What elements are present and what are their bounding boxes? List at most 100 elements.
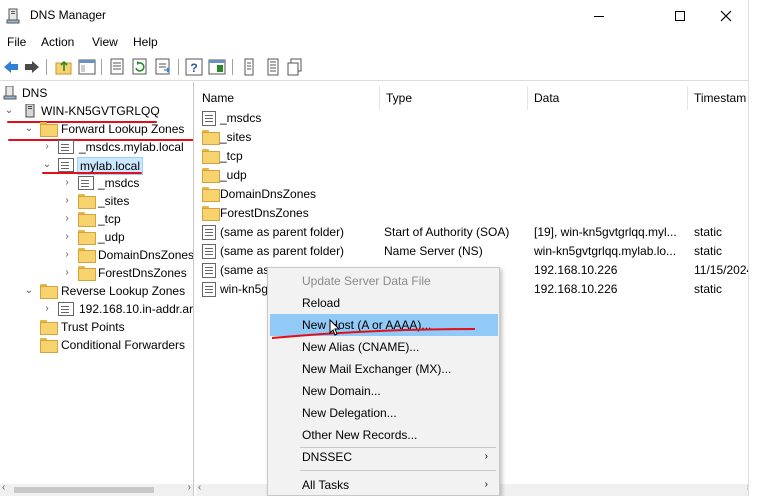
record-type: Start of Authority (SOA): [384, 225, 510, 239]
tree-item-forward-lookup-zones[interactable]: ⌄ Forward Lookup Zones: [0, 120, 193, 138]
export-list-icon[interactable]: [154, 58, 172, 76]
list-row[interactable]: (same as parent folder) Start of Authori…: [196, 223, 760, 242]
menu-bar: File Action View Help: [0, 32, 760, 52]
scroll-right-icon[interactable]: ›: [188, 482, 191, 493]
expand-icon[interactable]: ›: [41, 300, 53, 318]
record-data: 192.168.10.226: [534, 282, 618, 296]
tree-item-reverse-lookup-zones[interactable]: ⌄ Reverse Lookup Zones: [0, 282, 193, 300]
show-hide-tree-icon[interactable]: [78, 58, 96, 76]
toolbar-separator: [101, 59, 102, 75]
menu-item-label: New Delegation...: [302, 406, 397, 420]
record-data: win-kn5gvtgrlqq.mylab.lo...: [534, 244, 677, 258]
list-icon[interactable]: [240, 58, 258, 76]
folder-icon: [78, 230, 96, 245]
tree-label: _msdcs: [98, 176, 140, 190]
close-button[interactable]: [703, 0, 749, 32]
up-folder-icon[interactable]: [55, 58, 73, 76]
column-header-type[interactable]: Type: [380, 86, 528, 110]
record-name: (same as parent folder): [220, 244, 345, 258]
menu-item-new-domain[interactable]: New Domain...: [270, 380, 498, 402]
tree-label-trust-points: Trust Points: [61, 320, 125, 334]
tree-item-sites[interactable]: › _sites: [0, 192, 193, 210]
list-row[interactable]: ForestDnsZones: [196, 204, 760, 223]
menu-item-label: New Mail Exchanger (MX)...: [302, 362, 452, 376]
list-row[interactable]: _udp: [196, 166, 760, 185]
record-timestamp: 11/15/2024: [694, 263, 754, 277]
copy-icon[interactable]: [286, 58, 304, 76]
menu-item-dnssec[interactable]: DNSSEC ›: [270, 446, 498, 468]
column-header-data[interactable]: Data: [528, 86, 688, 110]
tree-item-reverse-zone[interactable]: › 192.168.10.in-addr.ar: [0, 300, 193, 318]
zone-icon: [58, 302, 74, 316]
tree-item-msdcs[interactable]: › _msdcs: [0, 174, 193, 192]
svg-text:?: ?: [190, 61, 197, 75]
console-icon[interactable]: [208, 58, 226, 76]
folder-icon: [78, 248, 96, 263]
back-icon[interactable]: [2, 58, 20, 76]
expand-icon[interactable]: ›: [61, 246, 73, 264]
menu-item-update-server-data-file[interactable]: Update Server Data File: [270, 270, 498, 292]
menu-item-all-tasks[interactable]: All Tasks ›: [270, 474, 498, 496]
menu-item-label: New Alias (CNAME)...: [302, 340, 420, 354]
tree-item-domaindnszones[interactable]: › DomainDnsZones: [0, 246, 193, 264]
tree-label: _udp: [98, 230, 125, 244]
list-row[interactable]: (same as parent folder) Name Server (NS)…: [196, 242, 760, 261]
record-timestamp: static: [694, 225, 723, 239]
tree-item-server[interactable]: ⌄ WIN-KN5GVTGRLQQ: [0, 102, 193, 120]
scroll-left-icon[interactable]: ‹: [2, 482, 5, 493]
scrollbar-thumb[interactable]: [14, 487, 154, 493]
menu-item-new-mail-exchanger[interactable]: New Mail Exchanger (MX)...: [270, 358, 498, 380]
record-name: win-kn5g: [220, 282, 269, 296]
properties-icon[interactable]: [108, 58, 126, 76]
tree-item-forestdnszones[interactable]: › ForestDnsZones: [0, 264, 193, 282]
expand-icon[interactable]: ›: [41, 138, 53, 156]
tree-horizontal-scrollbar[interactable]: ‹ ›: [0, 482, 193, 496]
minimize-button[interactable]: [576, 0, 622, 32]
collapse-icon[interactable]: ⌄: [23, 120, 35, 138]
menu-file[interactable]: File: [7, 35, 26, 49]
zone-icon: [58, 158, 74, 172]
menu-separator: [300, 470, 496, 471]
menu-help[interactable]: Help: [133, 35, 158, 49]
list-row[interactable]: _msdcs: [196, 109, 760, 128]
collapse-icon[interactable]: ⌄: [23, 282, 35, 300]
menu-item-reload[interactable]: Reload: [270, 292, 498, 314]
menu-item-new-delegation[interactable]: New Delegation...: [270, 402, 498, 424]
scroll-left-icon[interactable]: ‹: [198, 482, 201, 493]
expand-icon[interactable]: ›: [61, 264, 73, 282]
tree-item-trust-points[interactable]: Trust Points: [0, 318, 193, 336]
toolbar-separator: [232, 59, 233, 75]
menu-view[interactable]: View: [92, 35, 118, 49]
record-name: (same as: [220, 263, 270, 277]
window-title: DNS Manager: [30, 8, 107, 22]
folder-icon: [78, 194, 96, 209]
collapse-icon[interactable]: ⌄: [3, 102, 15, 120]
list-row[interactable]: _tcp: [196, 147, 760, 166]
menu-action[interactable]: Action: [41, 35, 74, 49]
tree-label: _tcp: [98, 212, 121, 226]
list-icon[interactable]: [264, 58, 282, 76]
tree-label-reverse-zones: Reverse Lookup Zones: [61, 284, 186, 298]
expand-icon[interactable]: ›: [61, 192, 73, 210]
maximize-button[interactable]: [657, 0, 703, 32]
refresh-icon[interactable]: [131, 58, 149, 76]
column-header-name[interactable]: Name: [196, 86, 380, 110]
expand-icon[interactable]: ›: [61, 228, 73, 246]
tree-item-msdcs-zone[interactable]: › _msdcs.mylab.local: [0, 138, 193, 156]
expand-icon[interactable]: ›: [61, 174, 73, 192]
tree-item-udp[interactable]: › _udp: [0, 228, 193, 246]
record-name: _udp: [220, 168, 247, 182]
tree-item-tcp[interactable]: › _tcp: [0, 210, 193, 228]
list-row[interactable]: _sites: [196, 128, 760, 147]
tree-item-conditional-forwarders[interactable]: Conditional Forwarders: [0, 336, 193, 354]
expand-icon[interactable]: ›: [61, 210, 73, 228]
folder-icon: [202, 206, 220, 221]
list-row[interactable]: DomainDnsZones: [196, 185, 760, 204]
menu-item-other-new-records[interactable]: Other New Records...: [270, 424, 498, 446]
record-name: ForestDnsZones: [220, 206, 309, 220]
tree-label-forward-zones: Forward Lookup Zones: [61, 122, 185, 136]
record-name: _msdcs: [220, 111, 262, 125]
tree-item-dns[interactable]: DNS: [0, 84, 193, 102]
help-icon[interactable]: ?: [185, 58, 203, 76]
forward-icon[interactable]: [23, 58, 41, 76]
